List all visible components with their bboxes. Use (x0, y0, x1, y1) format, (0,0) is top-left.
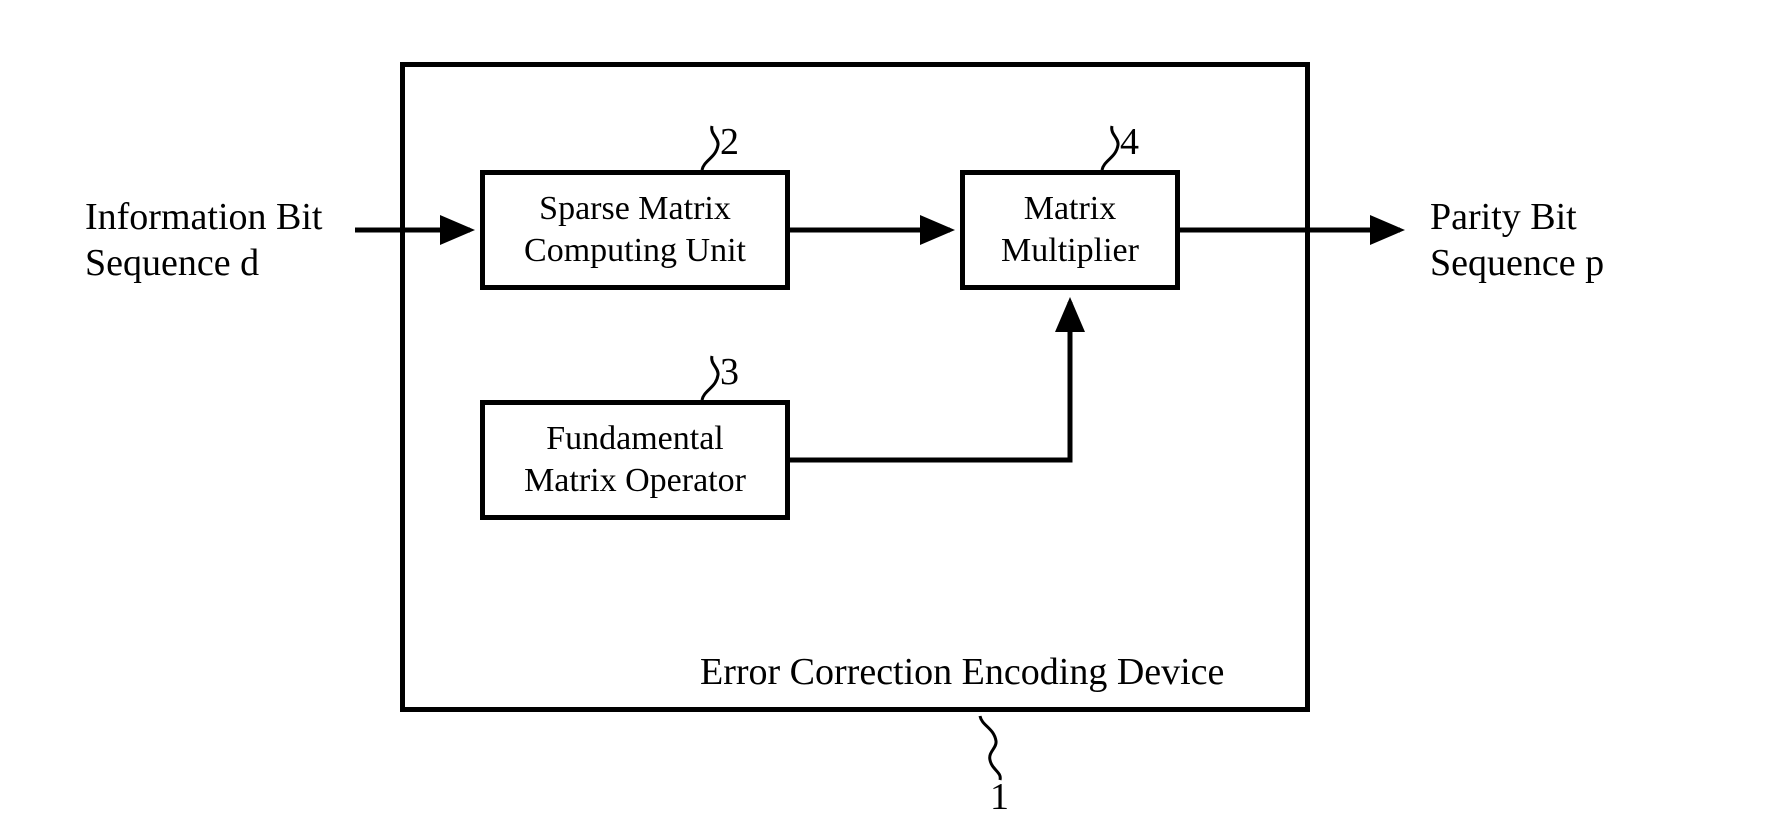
output-label-line-2: Sequence p (1430, 242, 1604, 284)
ref-1-leader (980, 716, 1000, 780)
input-label-line-2: Sequence d (85, 242, 259, 284)
block-3-label-line-1: Fundamental (546, 420, 724, 457)
input-label: Information Bit Sequence d (85, 195, 322, 286)
block-4-label-line-1: Matrix (1024, 190, 1117, 227)
reference-numeral-1: 1 (990, 775, 1009, 819)
reference-numeral-3: 3 (720, 350, 739, 394)
reference-numeral-4: 4 (1120, 120, 1139, 164)
error-correction-encoding-diagram: Sparse Matrix Computing Unit Fundamental… (0, 0, 1773, 835)
input-label-line-1: Information Bit (85, 196, 322, 238)
output-label-line-1: Parity Bit (1430, 196, 1577, 238)
device-box (400, 62, 1310, 712)
block-4-label-line-2: Multiplier (1001, 232, 1139, 269)
block-2-label-line-2: Computing Unit (524, 232, 746, 269)
output-label: Parity Bit Sequence p (1430, 195, 1604, 286)
reference-numeral-2: 2 (720, 120, 739, 164)
block-2-label-line-1: Sparse Matrix (539, 190, 731, 227)
sparse-matrix-computing-unit-block: Sparse Matrix Computing Unit (480, 170, 790, 290)
fundamental-matrix-operator-block: Fundamental Matrix Operator (480, 400, 790, 520)
matrix-multiplier-block: Matrix Multiplier (960, 170, 1180, 290)
block-3-label-line-2: Matrix Operator (524, 462, 746, 499)
device-label: Error Correction Encoding Device (700, 650, 1224, 694)
